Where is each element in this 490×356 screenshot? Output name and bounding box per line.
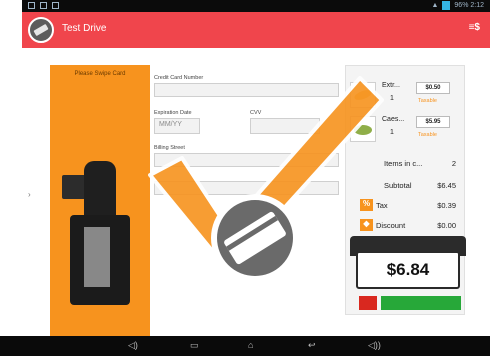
battery-icon xyxy=(442,1,451,10)
discount-label: Discount xyxy=(376,221,406,230)
item-price[interactable]: $5.95 xyxy=(416,116,450,128)
item-qty[interactable]: 1 xyxy=(390,129,394,136)
home-icon[interactable]: ⌂ xyxy=(248,340,253,350)
item-qty[interactable]: 1 xyxy=(390,95,394,102)
discount-value: $0.00 xyxy=(437,221,456,230)
food-thumbnail-icon xyxy=(350,82,376,108)
expiration-field[interactable]: MM/YY xyxy=(154,118,200,134)
cancel-button[interactable] xyxy=(359,296,377,310)
billing-street-label: Billing Street xyxy=(154,145,185,151)
volume-up-icon[interactable]: ◁)) xyxy=(368,340,381,351)
cvv-field[interactable] xyxy=(250,118,320,134)
order-item[interactable]: Extr... 1 $0.50 Taxable xyxy=(350,82,462,114)
app-title: Test Drive xyxy=(62,23,107,34)
items-label: Items in c... xyxy=(384,159,423,168)
tax-label: Tax xyxy=(376,201,388,210)
volume-down-icon[interactable]: ◁) xyxy=(128,340,138,351)
tax-value: $0.39 xyxy=(437,201,456,210)
tablet-screen: ▲ 96% 2:12 Test Drive ≡$ › Please Swipe … xyxy=(0,0,490,356)
app-logo-icon[interactable] xyxy=(28,17,54,43)
device-screen-image xyxy=(84,227,110,287)
status-icons-left xyxy=(28,2,59,9)
swipe-card-panel: Please Swipe Card xyxy=(50,65,150,336)
back-icon[interactable]: ↩ xyxy=(308,340,316,351)
billing-street-field[interactable] xyxy=(154,153,339,167)
payment-form: Credit Card Number Expiration Date MM/YY… xyxy=(152,65,342,325)
sync-icon xyxy=(40,2,47,9)
order-panel: Extr... 1 $0.50 Taxable Caes... 1 $5.95 … xyxy=(345,65,466,315)
notification-icon xyxy=(28,2,35,9)
item-name: Extr... xyxy=(382,82,400,89)
main-content: › Please Swipe Card Credit Card Number E… xyxy=(22,48,490,336)
status-bar: ▲ 96% 2:12 xyxy=(22,0,490,12)
item-taxable: Taxable xyxy=(418,98,437,104)
cvv-label: CVV xyxy=(250,110,262,116)
image-icon xyxy=(52,2,59,9)
card-reader-image xyxy=(84,161,116,219)
subtotal-value: $6.45 xyxy=(437,181,456,190)
expiration-label: Expiration Date xyxy=(154,110,192,116)
action-bar: Test Drive ≡$ xyxy=(22,12,490,48)
card-reader-illustration xyxy=(62,155,142,305)
swipe-label: Please Swipe Card xyxy=(74,71,126,77)
items-count: 2 xyxy=(451,159,456,168)
total-display: $6.84 xyxy=(356,251,460,289)
card-number-field[interactable] xyxy=(154,83,339,97)
percent-icon[interactable]: % xyxy=(360,199,373,211)
recents-icon[interactable]: ▭ xyxy=(190,340,199,351)
signal-icon: ▲ xyxy=(431,2,439,9)
item-price[interactable]: $0.50 xyxy=(416,82,450,94)
order-item[interactable]: Caes... 1 $5.95 Taxable xyxy=(350,116,462,148)
status-icons-right: ▲ 96% 2:12 xyxy=(431,1,484,10)
pay-button[interactable] xyxy=(381,296,461,310)
menu-button[interactable]: ≡$ xyxy=(469,22,480,33)
item-taxable: Taxable xyxy=(418,132,437,138)
navigation-bar: ◁) ▭ ⌂ ↩ ◁)) xyxy=(0,336,490,356)
billing-extra-field[interactable] xyxy=(154,181,339,195)
tag-icon[interactable]: ◆ xyxy=(360,219,373,231)
food-thumbnail-icon xyxy=(350,116,376,142)
item-name: Caes... xyxy=(382,116,405,123)
status-text: 96% 2:12 xyxy=(454,2,484,9)
subtotal-label: Subtotal xyxy=(384,181,412,190)
chevron-right-icon[interactable]: › xyxy=(28,190,31,199)
card-number-label: Credit Card Number xyxy=(154,75,204,81)
